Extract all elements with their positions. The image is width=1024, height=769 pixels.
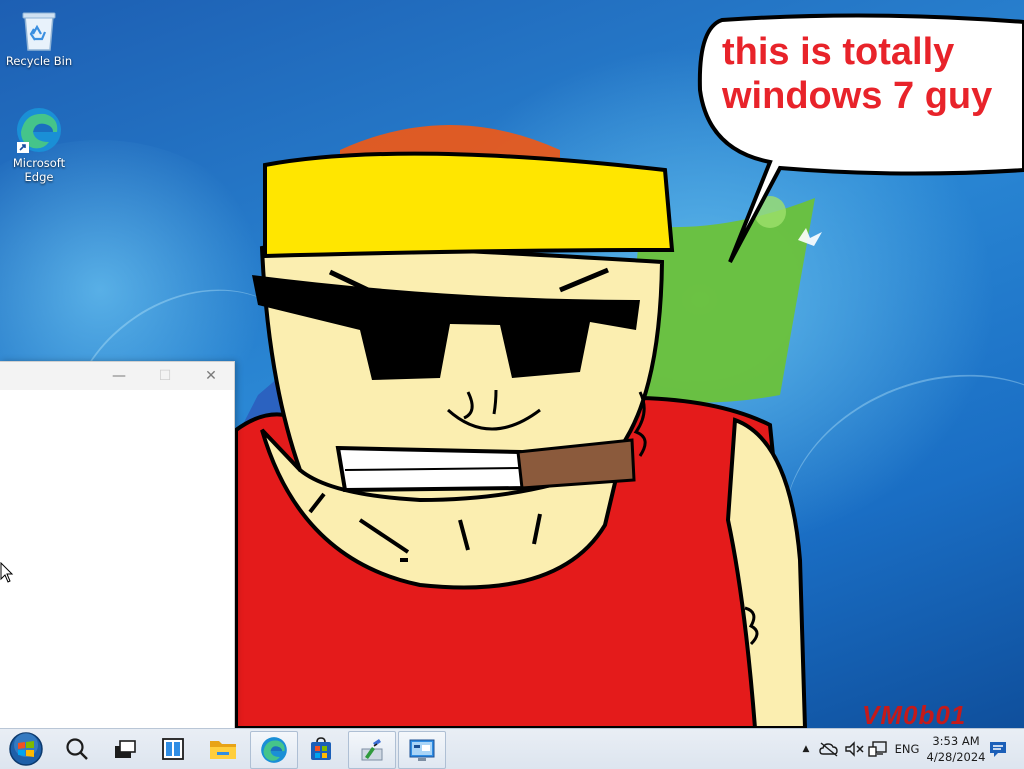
remote-desktop-taskbar-button[interactable] xyxy=(398,731,446,769)
edge-icon xyxy=(17,108,61,153)
clock-time: 3:53 AM xyxy=(932,734,980,748)
minimize-button[interactable]: — xyxy=(96,362,142,390)
clock[interactable]: 3:53 AM 4/28/2024 xyxy=(922,733,990,765)
maximize-button[interactable]: ☐ xyxy=(142,362,188,390)
notification-icon xyxy=(990,742,1006,757)
network-icon xyxy=(868,741,887,757)
remote-desktop-icon xyxy=(409,739,435,761)
paint-icon xyxy=(361,739,383,761)
onedrive-tray-button[interactable] xyxy=(818,729,840,769)
chevron-up-icon: ▲ xyxy=(802,744,810,754)
start-button[interactable] xyxy=(4,731,48,767)
volume-tray-button[interactable] xyxy=(843,729,865,769)
window-content xyxy=(0,390,234,728)
volume-muted-icon xyxy=(845,741,864,757)
close-button[interactable]: ✕ xyxy=(188,362,234,390)
mouse-cursor-icon xyxy=(0,562,14,583)
desktop-icon-edge[interactable]: Microsoft Edge xyxy=(2,106,76,184)
desktop-icon-recycle-bin[interactable]: Recycle Bin xyxy=(2,8,76,68)
widgets-icon xyxy=(162,738,184,760)
desktop-icon-label: Recycle Bin xyxy=(5,54,73,68)
windows-orb-icon xyxy=(9,732,43,766)
store-button[interactable] xyxy=(298,731,344,767)
clock-date: 4/28/2024 xyxy=(926,750,986,764)
search-icon xyxy=(66,738,88,760)
folder-icon xyxy=(210,741,236,759)
language-label: ENG xyxy=(894,742,920,756)
widgets-button[interactable] xyxy=(150,731,196,767)
edge-taskbar-button[interactable] xyxy=(250,731,298,769)
taskbar: ▲ ENG 3:53 AM 4/28/2024 xyxy=(0,728,1024,769)
edge-icon xyxy=(261,737,287,763)
desktop[interactable]: this is totally windows 7 guy VM0b01 Rec… xyxy=(0,0,1024,728)
cloud-offline-icon xyxy=(819,742,838,757)
recycle-bin-icon xyxy=(22,12,56,51)
network-tray-button[interactable] xyxy=(867,729,889,769)
show-hidden-icons-button[interactable]: ▲ xyxy=(798,729,814,769)
window-titlebar[interactable]: — ☐ ✕ xyxy=(0,362,234,390)
file-explorer-button[interactable] xyxy=(200,731,246,767)
speech-bubble-text: this is totally windows 7 guy xyxy=(722,31,993,117)
language-indicator[interactable]: ENG xyxy=(892,729,922,769)
task-view-button[interactable] xyxy=(102,731,148,767)
notifications-button[interactable] xyxy=(988,729,1008,769)
desktop-icon-label: Microsoft Edge xyxy=(12,156,66,184)
task-view-icon xyxy=(115,740,136,758)
artist-signature: VM0b01 xyxy=(862,700,967,728)
store-icon xyxy=(311,737,331,760)
search-button[interactable] xyxy=(54,731,100,767)
app-window[interactable]: — ☐ ✕ xyxy=(0,361,235,728)
paint-taskbar-button[interactable] xyxy=(348,731,396,769)
